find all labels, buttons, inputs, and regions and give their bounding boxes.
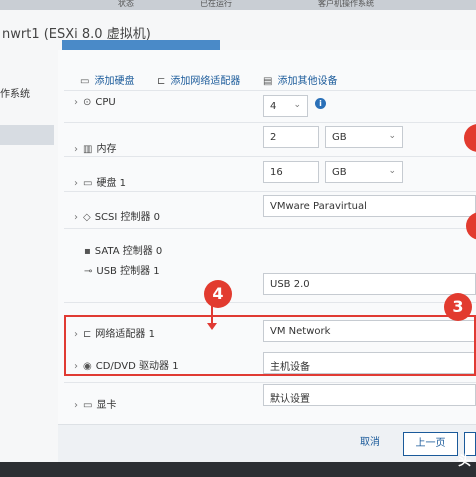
highlight-box (64, 315, 476, 376)
chevron-down-icon: ⌄ (388, 131, 396, 141)
row-cpu[interactable]: › ⊙ CPU (74, 97, 116, 108)
row-usb-controller[interactable]: ⊸ USB 控制器 1 (84, 262, 160, 277)
annotation-arrowhead (207, 323, 217, 330)
wizard-sidebar: 作系统 (0, 50, 59, 477)
disk-unit-value: GB (332, 167, 347, 178)
disk-size-input[interactable]: 16 (263, 161, 319, 183)
memory-label: 内存 (96, 144, 117, 155)
cpu-count-select[interactable]: 4 ⌄ (263, 95, 308, 117)
chevron-right-icon[interactable]: › (74, 144, 78, 155)
memory-icon: ▥ (83, 144, 93, 155)
chevron-right-icon[interactable]: › (74, 400, 78, 411)
device-add-icon: ▤ (263, 76, 273, 87)
divider (64, 191, 476, 192)
watermark: 头 (458, 454, 472, 469)
usb-icon: ⊸ (84, 266, 93, 277)
disk-add-icon: ▭ (80, 76, 90, 87)
chevron-right-icon[interactable]: › (74, 212, 78, 223)
annotation-badge-4: 4 (204, 280, 232, 308)
chevron-right-icon[interactable]: › (74, 178, 78, 189)
sidebar-step-active[interactable] (0, 125, 54, 145)
divider (64, 122, 476, 123)
row-sata-controller[interactable]: ▪ SATA 控制器 0 (84, 242, 162, 257)
cancel-button[interactable]: 取消 (348, 432, 392, 456)
memory-unit-select[interactable]: GB ⌄ (325, 126, 403, 148)
add-network-adapter-button[interactable]: ⊏ 添加网络适配器 (157, 72, 240, 87)
chevron-right-icon[interactable]: › (74, 97, 78, 108)
video-label: 显卡 (96, 400, 117, 411)
top-tab-1[interactable]: 状态 (118, 0, 134, 9)
scsi-type-select[interactable]: VMware Paravirtual (263, 195, 476, 217)
usb-type-select[interactable]: USB 2.0 (263, 273, 476, 295)
add-network-adapter-label: 添加网络适配器 (170, 76, 241, 87)
chevron-down-icon: ⌄ (293, 100, 301, 110)
top-tab-2[interactable]: 已在运行 (200, 0, 232, 9)
memory-unit-value: GB (332, 132, 347, 143)
taskbar (0, 462, 476, 477)
add-disk-label: 添加硬盘 (94, 76, 135, 87)
usb-label: USB 控制器 1 (96, 266, 160, 277)
disk-icon: ▭ (83, 178, 93, 189)
video-settings-select[interactable]: 默认设置 (263, 384, 476, 406)
add-disk-button[interactable]: ▭ 添加硬盘 (80, 72, 134, 87)
divider (64, 156, 476, 157)
disk-unit-select[interactable]: GB ⌄ (325, 161, 403, 183)
sata-icon: ▪ (84, 246, 91, 257)
browser-tab-strip: 状态 已在运行 客户机操作系统 (0, 0, 476, 10)
divider (64, 382, 476, 383)
divider (64, 302, 476, 303)
sata-label: SATA 控制器 0 (94, 246, 163, 257)
cpu-count-value: 4 (270, 101, 277, 112)
cpu-icon: ⊙ (83, 97, 92, 108)
divider (64, 228, 476, 229)
info-icon[interactable]: i (315, 98, 326, 109)
scsi-icon: ◇ (83, 212, 91, 223)
back-button[interactable]: 上一页 (403, 432, 458, 456)
disk-label: 硬盘 1 (96, 178, 126, 189)
annotation-badge-3: 3 (444, 293, 472, 321)
network-add-icon: ⊏ (157, 76, 166, 87)
add-other-device-label: 添加其他设备 (277, 76, 338, 87)
scsi-label: SCSI 控制器 0 (94, 212, 161, 223)
cpu-label: CPU (95, 97, 116, 108)
sidebar-step-guest-os[interactable]: 作系统 (0, 85, 30, 100)
row-video-card[interactable]: › ▭ 显卡 (74, 396, 116, 411)
row-scsi-controller[interactable]: › ◇ SCSI 控制器 0 (74, 208, 160, 223)
row-hard-disk[interactable]: › ▭ 硬盘 1 (74, 174, 126, 189)
row-memory[interactable]: › ▥ 内存 (74, 140, 116, 155)
monitor-icon: ▭ (83, 400, 93, 411)
top-tab-3[interactable]: 客户机操作系统 (318, 0, 374, 9)
add-other-device-button[interactable]: ▤ 添加其他设备 (263, 72, 337, 87)
memory-size-input[interactable]: 2 (263, 126, 319, 148)
chevron-down-icon: ⌄ (388, 166, 396, 176)
divider (64, 90, 476, 91)
